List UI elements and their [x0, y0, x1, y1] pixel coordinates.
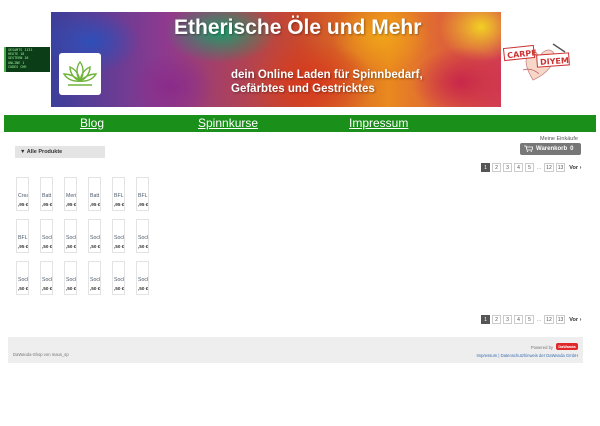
product-card[interactable]: Sock ,50 € — [88, 261, 101, 295]
product-price: ,50 € — [18, 286, 29, 291]
page-3-button[interactable]: 3 — [503, 315, 512, 324]
product-price: ,95 € — [66, 202, 77, 207]
shop-owner-text: DaWanda-Shop von maus_sp — [13, 352, 69, 357]
page-13-button[interactable]: 13 — [555, 315, 566, 324]
product-price: ,50 € — [42, 244, 53, 249]
product-name: Sock — [90, 277, 101, 283]
product-name: BFL — [18, 235, 28, 241]
page-4-button[interactable]: 4 — [514, 315, 523, 324]
page-12-button[interactable]: 12 — [544, 163, 554, 172]
product-name: Sock — [42, 277, 53, 283]
product-card[interactable]: Sock ,50 € — [40, 261, 53, 295]
product-card[interactable]: Sock ,50 € — [112, 261, 125, 295]
product-name: BFL — [138, 193, 148, 199]
product-name: Sock — [90, 235, 101, 241]
product-card[interactable]: BFL ,95 € — [112, 177, 125, 211]
product-name: Sock — [66, 235, 77, 241]
pagination-ellipsis: ... — [537, 316, 542, 323]
page-3-button[interactable]: 3 — [503, 163, 512, 172]
cart-count: 0 — [570, 146, 574, 152]
carpe-diyem-image: CARPE DIYEM — [502, 40, 571, 86]
site-subtitle: dein Online Laden für Spinnbedarf, Gefär… — [231, 69, 423, 95]
pagination-ellipsis: ... — [537, 164, 542, 171]
product-card[interactable]: Meri ,95 € — [64, 177, 77, 211]
category-dropdown[interactable]: ▼ Alle Produkte — [15, 146, 105, 158]
cart-button-label: Warenkorb — [536, 146, 568, 152]
footer: DaWanda-Shop von maus_sp Powered by DaWa… — [8, 337, 583, 363]
product-price: ,95 € — [138, 202, 149, 207]
product-price: ,50 € — [138, 244, 149, 249]
page-1-button[interactable]: 1 — [481, 163, 490, 172]
page-4-button[interactable]: 4 — [514, 163, 523, 172]
pagination-top: 1 2 3 4 5 ... 12 13 Vor › — [481, 163, 581, 172]
pagination-bottom: 1 2 3 4 5 ... 12 13 Vor › — [481, 315, 581, 324]
product-card[interactable]: Sock ,50 € — [64, 219, 77, 253]
product-card[interactable]: Batt ,95 € — [88, 177, 101, 211]
product-card[interactable]: BFL ,95 € — [136, 177, 149, 211]
product-price: ,50 € — [66, 286, 77, 291]
product-card[interactable]: Sock ,50 € — [112, 219, 125, 253]
nav-link-impressum[interactable]: Impressum — [349, 116, 408, 130]
footer-links: Impressum | Datenschutzhinweis der DaWan… — [477, 353, 579, 358]
product-name: Meri — [66, 193, 77, 199]
main-nav: Blog Spinnkurse Impressum — [4, 115, 596, 132]
product-price: ,50 € — [138, 286, 149, 291]
product-price: ,50 € — [90, 286, 101, 291]
product-name: Sock — [18, 277, 29, 283]
cart-label: Meine Einkäufe — [540, 136, 578, 142]
product-card[interactable]: Sock ,50 € — [136, 219, 149, 253]
next-page-link[interactable]: Vor › — [569, 317, 581, 323]
product-name: Batt — [42, 193, 52, 199]
product-name: BFL — [114, 193, 124, 199]
page-12-button[interactable]: 12 — [544, 315, 554, 324]
powered-by-text: Powered by — [530, 345, 553, 350]
page-5-button[interactable]: 5 — [525, 315, 534, 324]
product-price: ,50 € — [90, 244, 101, 249]
product-card[interactable]: Sock ,50 € — [136, 261, 149, 295]
product-card[interactable]: Sock ,50 € — [64, 261, 77, 295]
cart-button[interactable]: Warenkorb 0 — [520, 143, 581, 155]
dawanda-logo[interactable]: DaWanda — [556, 343, 578, 350]
product-price: ,50 € — [66, 244, 77, 249]
product-price: ,95 € — [18, 244, 29, 249]
product-card[interactable]: Sock ,50 € — [16, 261, 29, 295]
next-page-link[interactable]: Vor › — [569, 165, 581, 171]
product-card[interactable]: Crea ,95 € — [16, 177, 29, 211]
nav-link-spinnkurse[interactable]: Spinnkurse — [198, 116, 258, 130]
product-name: Sock — [42, 235, 53, 241]
product-card[interactable]: Sock ,50 € — [40, 219, 53, 253]
footer-impressum-link[interactable]: Impressum — [477, 353, 498, 358]
page-13-button[interactable]: 13 — [555, 163, 566, 172]
product-name: Crea — [18, 193, 29, 199]
page-2-button[interactable]: 2 — [492, 163, 501, 172]
product-name: Sock — [66, 277, 77, 283]
product-price: ,95 € — [114, 202, 125, 207]
nav-link-blog[interactable]: Blog — [80, 116, 104, 130]
header-banner: Etherische Öle und Mehr dein Online Lade… — [51, 12, 501, 107]
product-name: Sock — [138, 235, 149, 241]
product-price: ,95 € — [42, 202, 53, 207]
product-name: Batt — [90, 193, 100, 199]
page-5-button[interactable]: 5 — [525, 163, 534, 172]
product-name: Sock — [114, 235, 125, 241]
lotus-icon[interactable] — [59, 53, 101, 95]
cart-icon — [524, 145, 534, 154]
counter-row: CODES CHR — [8, 64, 27, 69]
product-price: ,50 € — [114, 286, 125, 291]
site-title: Etherische Öle und Mehr — [174, 16, 422, 39]
page-1-button[interactable]: 1 — [481, 315, 490, 324]
product-name: Sock — [114, 277, 125, 283]
product-price: ,50 € — [114, 244, 125, 249]
visitor-counter: GESAMTS 1131 HEUTE 18 GESTERN 18 ONLINE … — [4, 47, 50, 72]
product-card[interactable]: BFL ,95 € — [16, 219, 29, 253]
product-price: ,95 € — [18, 202, 29, 207]
product-price: ,95 € — [90, 202, 101, 207]
page-2-button[interactable]: 2 — [492, 315, 501, 324]
product-card[interactable]: Batt ,95 € — [40, 177, 53, 211]
footer-privacy-link[interactable]: Datenschutzhinweis der DaWanda GmbH — [501, 353, 578, 358]
product-name: Sock — [138, 277, 149, 283]
product-price: ,50 € — [42, 286, 53, 291]
product-card[interactable]: Sock ,50 € — [88, 219, 101, 253]
